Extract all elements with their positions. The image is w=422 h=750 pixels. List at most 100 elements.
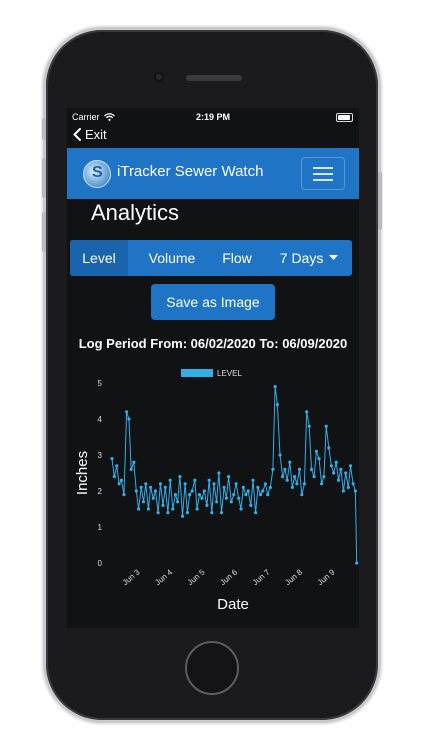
app-screen: Carrier 2:19 PM Exit S iTracker Sewer Wa… [67,108,359,628]
plot-area [110,385,359,565]
data-point [119,478,123,482]
status-bar: Carrier 2:19 PM [67,108,359,126]
data-point [134,489,138,493]
data-point [312,475,316,479]
phone-volume-down [42,212,46,252]
data-point [183,482,187,486]
data-point [297,467,302,471]
data-point [210,511,214,515]
clock: 2:19 PM [195,112,230,122]
data-point [307,424,311,428]
data-point [290,485,294,489]
tab-volume[interactable]: Volume [136,240,208,276]
data-point [329,464,333,468]
data-point [193,478,197,482]
data-point [249,503,253,507]
data-point [261,489,265,493]
data-point [341,489,345,493]
phone-silent-switch [42,118,46,140]
range-dropdown[interactable]: 7 Days [268,240,350,276]
chevron-left-icon [73,128,81,141]
data-point [348,464,353,468]
hamburger-icon-bar [313,173,333,175]
exit-label: Exit [85,127,107,142]
data-point [309,467,314,471]
home-button[interactable] [185,641,239,695]
data-point [232,493,236,497]
tab-level[interactable]: Level [70,240,128,276]
tab-flow[interactable]: Flow [212,240,262,276]
phone-volume-up [42,158,46,198]
y-tick-label: 0 [98,559,103,568]
data-point [215,500,219,504]
range-dropdown-value: 7 Days [279,250,324,266]
data-point [195,507,199,511]
data-point [222,485,226,489]
data-point [327,446,331,450]
data-point [275,403,279,407]
metric-tabs: Level Volume Flow 7 Days [70,240,352,276]
data-point [132,460,136,464]
data-point [300,493,304,497]
data-point [219,511,224,515]
page-title: Analytics [91,200,180,225]
data-point [137,507,141,511]
exit-button[interactable]: Exit [73,127,107,142]
data-point [351,482,355,486]
data-point [353,489,357,493]
x-tick-label: Jun 5 [186,567,207,587]
chart-legend: LEVEL [181,369,242,378]
data-point [129,467,133,471]
save-as-image-button[interactable]: Save as Image [151,284,275,320]
data-point [197,493,201,497]
y-tick-label: 1 [98,523,103,532]
data-point [314,449,318,453]
y-tick-labels: 0 1 2 3 4 5 [98,379,103,568]
app-logo: S [83,160,111,188]
data-point [295,482,299,486]
data-point [285,478,289,482]
app-title: iTracker Sewer Watch [117,163,264,180]
data-point [336,478,341,482]
data-point [346,485,350,489]
data-point [156,511,160,515]
data-point [305,410,309,414]
data-point [200,496,204,500]
x-tick-label: Jun 3 [121,567,142,587]
hamburger-icon-bar [313,179,333,181]
hamburger-menu-button[interactable] [301,157,345,190]
data-point [161,503,165,507]
data-point [237,496,241,500]
data-point [224,496,228,500]
data-point [332,471,336,475]
level-chart: LEVEL Inches Date 0 1 2 3 4 5 Jun 3 Jun 4 Jun 5… [74,369,359,613]
logo-letter: S [92,164,103,181]
caret-down-icon [329,255,339,260]
data-point [254,511,258,515]
data-point [207,478,211,482]
data-point [263,482,267,486]
battery-icon [336,113,353,122]
data-point [241,485,245,489]
data-point [212,482,216,486]
data-point [256,485,260,489]
data-point [344,471,348,475]
x-tick-labels: Jun 3 Jun 4 Jun 5 Jun 6 Jun 7 Jun 8 Jun 9 [121,567,337,587]
earpiece-speaker [186,75,242,81]
x-tick-label: Jun 6 [218,567,239,587]
x-axis-label: Date [217,596,249,613]
data-point [166,511,170,515]
data-point [139,485,143,489]
data-point [151,496,155,500]
data-point [324,424,328,428]
data-point [115,464,119,468]
data-point [190,489,194,493]
data-point [144,482,148,486]
legend-label: LEVEL [217,369,242,378]
x-tick-label: Jun 8 [283,567,304,587]
y-tick-label: 4 [98,415,103,424]
data-point [320,482,324,486]
log-period: Log Period From: 06/02/2020 To: 06/09/20… [78,336,348,351]
data-point [229,500,233,504]
data-point [171,507,175,511]
